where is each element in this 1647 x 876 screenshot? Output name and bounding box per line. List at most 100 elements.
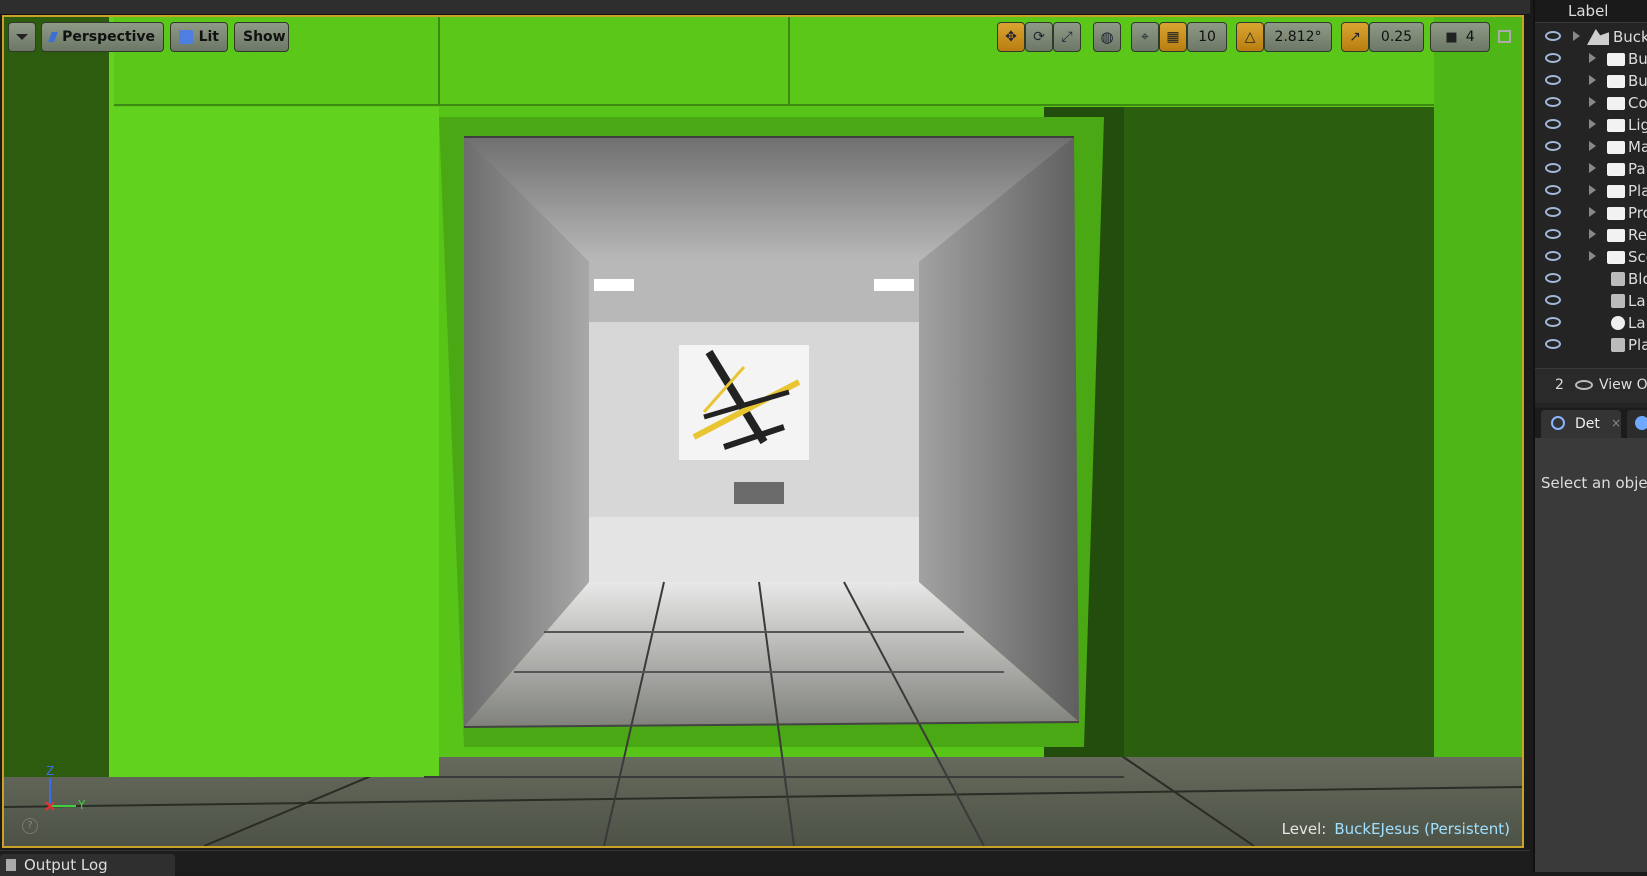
perspective-icon [48,32,58,42]
scale-snap-value[interactable]: 0.25 [1369,22,1424,52]
info-icon [1551,416,1565,430]
outliner-row[interactable]: Buck [1535,26,1647,48]
actor-count: 2 [1555,377,1564,393]
maximize-icon [1498,30,1511,43]
outliner-row-label: Pro [1628,204,1647,222]
translate-tool-button[interactable]: ✥ [997,22,1025,52]
maximize-viewport-button[interactable] [1498,30,1512,44]
outliner-row-label: La [1628,292,1646,310]
outliner-row[interactable]: Pa [1535,158,1647,180]
landscape-icon [1611,294,1625,308]
expand-arrow-icon[interactable] [1589,185,1596,195]
rotate-icon: ⟳ [1033,29,1045,45]
eye-icon[interactable] [1545,339,1561,349]
top-tab-strip [0,0,1530,15]
outliner-row[interactable]: Pro [1535,202,1647,224]
expand-arrow-icon[interactable] [1589,53,1596,63]
outliner-footer: 2 View Op [1535,368,1647,403]
volume-icon [1611,272,1625,286]
outliner-row-label: Pla [1628,336,1647,354]
rotate-tool-button[interactable]: ⟳ [1025,22,1053,52]
level-viewport[interactable]: Perspective Lit Show ✥ ⟳ ⤢ ◍ ⌖ ▦ 10 △ 2.… [2,15,1524,848]
outliner-row-label: Sce [1628,248,1647,266]
outliner-row[interactable]: Pla [1535,334,1647,356]
tab-world-settings[interactable] [1627,410,1647,438]
lit-cube-icon [179,30,193,44]
rotation-snap-value[interactable]: 2.812° [1264,22,1332,52]
eye-icon[interactable] [1545,31,1561,41]
outliner-row[interactable]: Sce [1535,246,1647,268]
eye-icon[interactable] [1545,251,1561,261]
tab-output-log[interactable]: Output Log [0,854,175,876]
folder-icon [1607,97,1625,110]
eye-icon[interactable] [1545,163,1561,173]
outliner-row[interactable]: Re [1535,224,1647,246]
outliner-row[interactable]: Blo [1535,268,1647,290]
right-panel: Label Buck Bu Bu Co Lig Ma Pa Pla Pro Re Sce Blo La L… [1533,0,1647,872]
eye-icon[interactable] [1545,75,1561,85]
camera-speed-button[interactable]: ■ 4 [1430,22,1490,52]
details-tab-bar: Det × [1535,408,1647,438]
folder-icon [1607,141,1625,154]
lighting-mode-button[interactable]: Lit [170,22,228,52]
folder-icon [1607,75,1625,88]
eye-icon[interactable] [1545,119,1561,129]
expand-arrow-icon[interactable] [1573,31,1580,41]
outliner-row-label: Re [1628,226,1647,244]
eye-icon[interactable] [1545,141,1561,151]
folder-icon [1607,229,1625,242]
outliner-row[interactable]: Ma [1535,136,1647,158]
grid-snap-toggle[interactable]: ▦ [1159,22,1187,52]
world-local-toggle[interactable]: ◍ [1093,22,1121,52]
grid-icon: ▦ [1166,29,1180,45]
outliner-row[interactable]: Bu [1535,70,1647,92]
outliner-header: Label [1535,0,1647,23]
expand-arrow-icon[interactable] [1589,119,1596,129]
view-mode-button[interactable]: Perspective [41,22,164,52]
close-icon[interactable]: × [1611,416,1621,430]
grid-snap-value[interactable]: 10 [1187,22,1227,52]
expand-arrow-icon[interactable] [1589,229,1596,239]
expand-arrow-icon[interactable] [1589,97,1596,107]
label-column-header[interactable]: Label [1568,2,1608,20]
viewport-scene [4,17,1522,846]
scale-icon: ⤢ [1061,29,1073,45]
eye-icon[interactable] [1545,97,1561,107]
details-panel: Select an object [1535,438,1647,872]
sphere-icon [1611,316,1625,330]
outliner-row-label: Ma [1628,138,1647,156]
rotation-snap-toggle[interactable]: △ [1236,22,1264,52]
surface-snap-button[interactable]: ⌖ [1131,22,1159,52]
scale-snap-toggle[interactable]: ↗ [1341,22,1369,52]
show-flags-button[interactable]: Show [234,22,289,52]
viewport-options-button[interactable] [8,22,36,52]
outliner-row[interactable]: Lig [1535,114,1647,136]
eye-icon[interactable] [1545,185,1561,195]
outliner-row[interactable]: Pla [1535,180,1647,202]
move-icon: ✥ [1005,29,1017,45]
view-options-button[interactable]: View Op [1599,377,1647,393]
scale-tool-button[interactable]: ⤢ [1053,22,1081,52]
folder-icon [1607,207,1625,220]
expand-arrow-icon[interactable] [1589,75,1596,85]
outliner-row[interactable]: Bu [1535,48,1647,70]
outliner-row[interactable]: Co [1535,92,1647,114]
folder-icon [1607,163,1625,176]
expand-arrow-icon[interactable] [1589,207,1596,217]
folder-icon [1607,251,1625,264]
eye-icon[interactable] [1545,295,1561,305]
eye-icon [1575,380,1593,390]
eye-icon[interactable] [1545,53,1561,63]
outliner-row[interactable]: La [1535,290,1647,312]
camera-icon: ■ [1445,29,1458,45]
expand-arrow-icon[interactable] [1589,251,1596,261]
eye-icon[interactable] [1545,207,1561,217]
eye-icon[interactable] [1545,317,1561,327]
eye-icon[interactable] [1545,273,1561,283]
outliner-row[interactable]: La [1535,312,1647,334]
eye-icon[interactable] [1545,229,1561,239]
expand-arrow-icon[interactable] [1589,163,1596,173]
tab-details[interactable]: Det × [1541,410,1621,438]
player-start-icon [1611,338,1625,352]
expand-arrow-icon[interactable] [1589,141,1596,151]
